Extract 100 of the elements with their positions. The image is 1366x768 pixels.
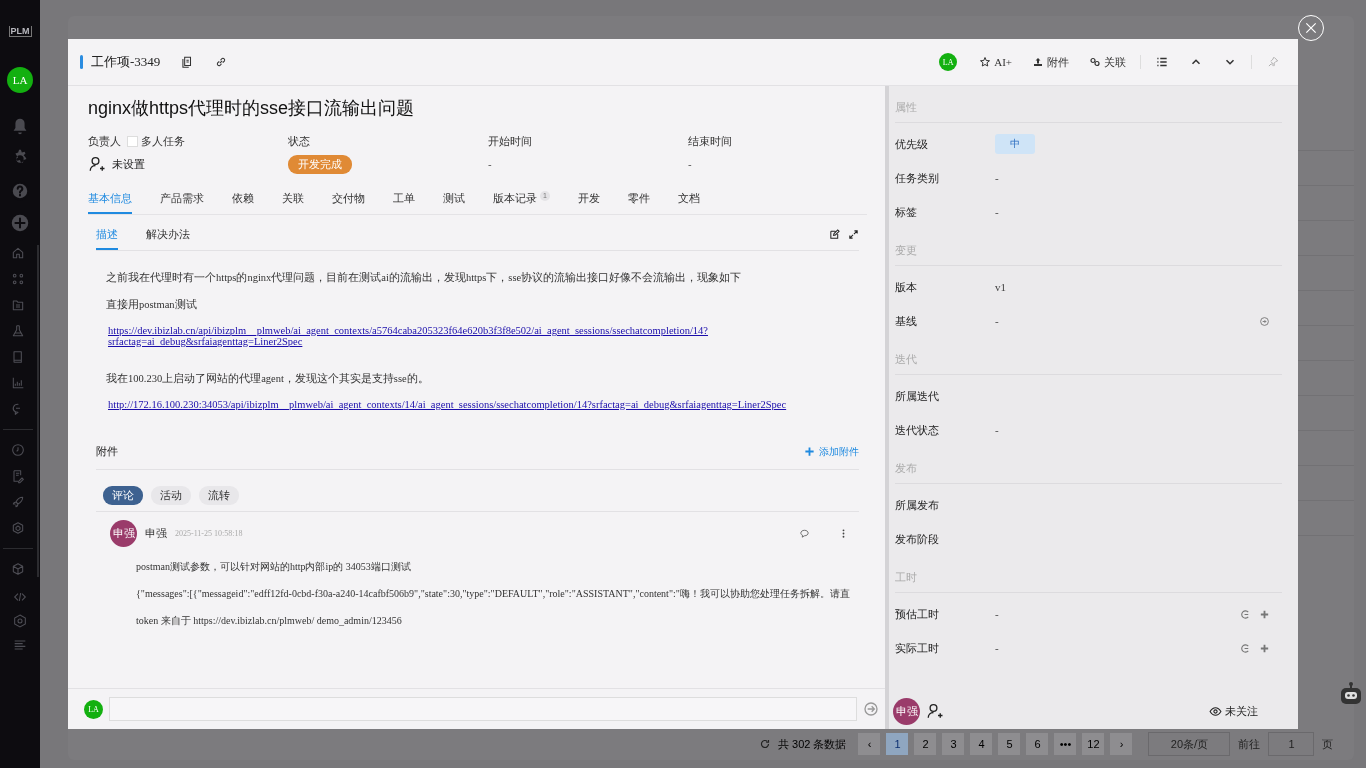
description-paragraph: 之前我在代理时有一个https的nginx代理问题，目前在测试ai的流输出，发现https下，sse协议的流输出接口好像不会流输出，现象如下 [106,271,743,285]
priority-tag[interactable]: 中 [995,134,1035,154]
toolbar-button[interactable]: AI+ [973,54,1018,70]
expand-icon[interactable] [848,229,859,240]
add-icon[interactable] [1259,642,1270,654]
send-icon[interactable] [863,701,879,717]
subtab[interactable]: 解决办法 [146,219,190,250]
upload-icon [1032,56,1044,68]
comment-input[interactable] [109,697,857,721]
checkbox[interactable] [127,136,138,147]
refresh-icon[interactable] [758,737,772,751]
field-label: 标签 [895,204,918,220]
comment-text: postman测试参数，可以针对网站的http内部ip的 34053端口测试 [136,560,412,574]
page-button[interactable]: ••• [1054,733,1077,755]
flask-icon[interactable] [10,323,26,339]
tab[interactable]: 测试 [443,185,465,214]
list-icon[interactable] [1155,55,1169,69]
user-avatar: 申强 [893,697,920,725]
field-label: 所属发布 [895,497,940,513]
grid-icon[interactable] [10,271,26,287]
toolbar-button[interactable]: 附件 [1026,52,1075,72]
history-icon[interactable] [1240,642,1251,654]
field-label: 开始时间 [488,134,533,149]
subtab[interactable]: 描述 [96,219,118,250]
history-icon[interactable] [1240,608,1251,620]
field-value: - [995,424,999,436]
page-button[interactable]: 6 [1026,733,1049,755]
field-value: - [995,608,999,620]
menu-icon[interactable] [12,637,28,653]
chart-icon[interactable] [10,375,26,391]
section-title: 发布 [895,451,1282,484]
reply-icon[interactable] [799,528,810,539]
add-user-icon[interactable] [88,155,106,173]
field-label: 状态 [288,134,311,149]
page-button[interactable]: 5 [998,733,1021,755]
tab[interactable]: 文档 [678,185,700,214]
edit-icon[interactable] [829,229,840,240]
field-label: 预估工时 [895,606,940,622]
item-id: 工作项-3349 [91,53,161,71]
activity-tab[interactable]: 流转 [199,486,239,505]
page-input[interactable]: 1 [1268,732,1315,756]
description-paragraph: 我在100.230上启动了网站的代理agent，发现这个其实是支持sse的。 [106,372,430,386]
previous-page-button[interactable]: ‹ [858,733,881,755]
page-button[interactable]: 2 [914,733,937,755]
app-logo[interactable]: PLM [8,26,32,37]
tab[interactable]: 交付物 [332,185,365,214]
tab[interactable]: 关联 [282,185,304,214]
page-size-select[interactable]: 20条/页 [1148,732,1231,756]
comment-text: token 来自于 https://dev.ibizlab.cn/plmweb/ demo_admin/123456 [136,614,403,628]
tab[interactable]: 零件 [628,185,650,214]
field-label: 任务类别 [895,170,940,186]
comment-time: 2025-11-25 10:58:18 [175,529,243,538]
field-value: - [488,158,492,170]
page-button[interactable]: 4 [970,733,993,755]
folder-icon[interactable] [10,297,26,313]
help-icon[interactable] [9,180,31,202]
tab[interactable]: 工单 [393,185,415,214]
document-edit-icon[interactable] [10,468,26,484]
rocket-icon[interactable] [10,494,26,510]
field-label: 迭代状态 [895,422,940,438]
clock-icon[interactable] [10,442,26,458]
comment-text: {"messages":[{"messageid":"edff12fd-0cbd-f30a-a240-14cafbf506b9","state":30,"type":"DEFAULT","role":"ASSISTANT","content":"嗨！我可以协助您处理任务拆解。请直 [136,587,851,601]
goto-label: 前往 [1238,736,1261,752]
total-count: 共 302 条数据 [778,736,847,752]
user-avatar: 申强 [110,520,137,547]
pin-icon[interactable] [1266,55,1280,69]
section-title: 变更 [895,233,1282,266]
checkbox-label: 多人任务 [141,134,185,149]
tab[interactable]: 依赖 [232,185,254,214]
section-title: 迭代 [895,342,1282,375]
home-icon[interactable] [10,245,26,261]
next-page-button[interactable]: › [1110,733,1133,755]
page-button[interactable]: 1 [886,733,909,755]
field-value: - [995,206,999,218]
field-label: 实际工时 [895,640,940,656]
field-label: 版本 [895,279,918,295]
close-icon [1303,20,1319,36]
page-button[interactable]: 3 [942,733,965,755]
add-icon[interactable] [1259,608,1270,620]
field-value: v1 [995,281,1006,293]
url-link[interactable]: http://172.16.100.230:34053/api/ibizplm__plmweb/ai_agent_contexts/14/ai_agent_sessions/ssechatcompletion/14?srfactag=ai_debug&srfaiagenttag=Liner2Spec [108,399,855,410]
arrow-circle-icon[interactable] [1259,315,1270,327]
cube-icon[interactable] [10,561,26,577]
field-value: - [995,172,999,184]
description-paragraph: 直接用postman测试 [106,298,198,312]
toolbar-button[interactable]: 关联 [1083,52,1132,72]
activity-tab[interactable]: 评论 [103,486,143,505]
page-button[interactable]: 12 [1082,733,1105,755]
add-icon[interactable] [9,212,31,234]
tab[interactable]: 开发 [578,185,600,214]
url-link[interactable]: https://dev.ibizlab.cn/api/ibizplm__plmweb/ai_agent_contexts/a5764caba205323f64e620b3f3f8e502/ai_agent_sessions/ssechatcompletion/14?srfactag=ai_debug&srfaiagenttag=Liner2Spec [108,325,855,347]
star-icon [979,56,992,68]
add-attachment-button[interactable]: 添加附件 [804,444,859,459]
activity-tab[interactable]: 活动 [151,486,191,505]
user-avatar: LA [84,699,103,719]
field-value: - [688,158,692,170]
tab[interactable]: 产品需求 [160,185,204,214]
hexagon-icon[interactable] [10,520,26,536]
add-user-icon[interactable] [926,702,944,720]
follow-button[interactable]: 未关注 [1209,703,1258,719]
